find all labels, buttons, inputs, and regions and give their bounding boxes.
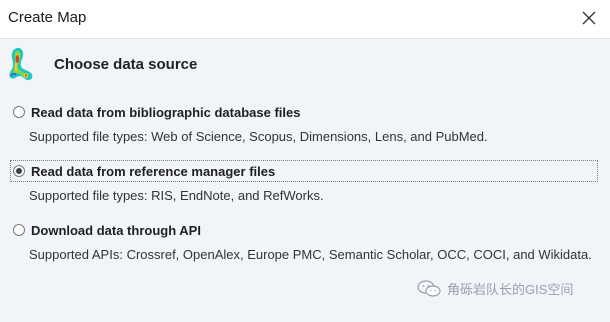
close-icon[interactable] — [582, 11, 596, 25]
step-heading: Choose data source — [54, 56, 198, 73]
option-bibliographic-database[interactable]: Read data from bibliographic database fi… — [10, 101, 598, 123]
option-reference-manager[interactable]: Read data from reference manager files — [10, 160, 598, 182]
radio-reference-manager[interactable] — [13, 165, 25, 177]
watermark: 角砾岩队长的GIS空间 — [417, 279, 573, 298]
radio-download-api[interactable] — [13, 224, 25, 236]
app-logo-icon — [8, 46, 40, 82]
wechat-icon — [417, 279, 441, 297]
window-title: Create Map — [8, 9, 87, 26]
close-button[interactable] — [575, 4, 603, 32]
option-label[interactable]: Read data from bibliographic database fi… — [31, 105, 300, 120]
option-label[interactable]: Download data through API — [31, 223, 201, 238]
option-description: Supported file types: RIS, EndNote, and … — [29, 188, 324, 203]
option-description: Supported file types: Web of Science, Sc… — [29, 129, 488, 144]
watermark-text: 角砾岩队长的GIS空间 — [447, 282, 574, 297]
title-bar: Create Map — [0, 0, 610, 39]
option-download-api[interactable]: Download data through API — [10, 219, 598, 241]
option-description: Supported APIs: Crossref, OpenAlex, Euro… — [29, 247, 592, 262]
option-label[interactable]: Read data from reference manager files — [31, 164, 275, 179]
radio-bibliographic-database[interactable] — [13, 106, 25, 118]
